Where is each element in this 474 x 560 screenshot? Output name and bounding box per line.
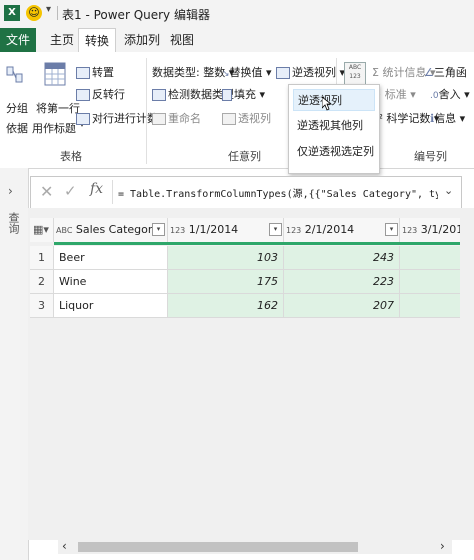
table-cell[interactable]: 223 [284, 270, 400, 294]
fx-icon: fx [90, 181, 104, 197]
queries-pane-label[interactable]: 查询 [7, 212, 21, 234]
rounding-button[interactable]: .0舍入 ▾ [430, 86, 470, 102]
table-menu-icon[interactable]: ▦▾ [30, 218, 54, 242]
column-filter-dropdown-icon[interactable]: ▾ [152, 223, 165, 236]
text-type-icon[interactable]: ABC [56, 226, 72, 235]
menu-item-unpivot-other-columns[interactable]: 逆透视其他列 [293, 115, 375, 137]
group-by-button-line2[interactable]: 依据 [6, 120, 28, 136]
formula-separator [112, 180, 113, 204]
formula-text[interactable]: = Table.TransformColumnTypes(源,{{"Sales … [118, 185, 438, 200]
horizontal-scrollbar-thumb[interactable] [78, 542, 358, 552]
table-cell[interactable] [400, 246, 460, 270]
transpose-button[interactable]: 转置 [76, 64, 114, 80]
rename-button[interactable]: 重命名 [152, 110, 201, 126]
row-number[interactable]: 2 [30, 270, 54, 294]
replace-values-icon: ↘ [222, 69, 230, 79]
mouse-cursor-icon [321, 96, 333, 111]
table-cell[interactable]: Liquor [54, 294, 168, 318]
table-cell[interactable] [400, 270, 460, 294]
reverse-rows-icon [76, 89, 90, 101]
trig-button[interactable]: ∠三角函 [424, 64, 467, 80]
column-header-sales-category[interactable]: ABC Sales Category ▾ [54, 218, 168, 242]
tab-view[interactable]: 视图 [164, 28, 200, 52]
tab-file[interactable]: 文件 [0, 28, 36, 52]
unpivot-columns-button[interactable]: 逆透视列 ▾ [276, 64, 345, 80]
rounding-icon: .0 [430, 91, 439, 101]
number-type-icon[interactable]: 123 [286, 226, 301, 235]
table-cell[interactable]: Wine [54, 270, 168, 294]
use-first-row-button-line2[interactable]: 用作标题 [32, 120, 76, 136]
column-header-1-1-2014[interactable]: 123 1/1/2014 ▾ [168, 218, 284, 242]
table-cell[interactable]: Beer [54, 246, 168, 270]
window-title: 表1 - Power Query 编辑器 [62, 8, 210, 22]
group-label-any-column: 任意列 [228, 150, 261, 163]
quick-access-dropdown-icon[interactable]: ▾ [46, 4, 51, 15]
title-separator [57, 6, 58, 20]
column-filter-dropdown-icon[interactable]: ▾ [269, 223, 282, 236]
use-first-row-button[interactable]: 将第一行 [36, 100, 80, 116]
fill-button[interactable]: 填充 ▾ [222, 86, 265, 102]
tab-transform[interactable]: 转换 [78, 28, 117, 53]
confirm-formula-icon[interactable]: ✓ [64, 182, 77, 200]
number-type-icon[interactable]: 123 [170, 226, 185, 235]
group-by-button[interactable]: 分组 [6, 100, 28, 116]
row-number[interactable]: 1 [30, 246, 54, 270]
group-divider [146, 58, 147, 164]
fill-down-icon [222, 89, 232, 101]
replace-values-button[interactable]: ↘替换值 ▾ [222, 64, 272, 80]
count-rows-icon [76, 113, 90, 125]
cancel-formula-icon[interactable]: ✕ [40, 182, 53, 201]
expand-formula-icon[interactable]: ⌄ [444, 184, 453, 197]
scroll-right-icon[interactable]: › [440, 539, 445, 553]
group-label-table: 表格 [60, 150, 82, 163]
menu-item-unpivot-selected-only[interactable]: 仅逆透视选定列 [293, 141, 375, 163]
unpivot-dropdown-menu: 逆透视列 逆透视其他列 仅逆透视选定列 [288, 84, 380, 174]
group-by-icon [6, 66, 24, 88]
trig-icon: ∠ [424, 66, 434, 79]
column-filter-dropdown-icon[interactable]: ▾ [385, 223, 398, 236]
reverse-rows-button[interactable]: 反转行 [76, 86, 125, 102]
number-type-icon[interactable]: 123 [402, 226, 417, 235]
column-header-3-1-2014[interactable]: 123 3/1/2014 [400, 218, 460, 242]
table-cell[interactable]: 207 [284, 294, 400, 318]
table-cell[interactable]: 162 [168, 294, 284, 318]
table-cell[interactable] [400, 294, 460, 318]
detect-type-icon [152, 89, 166, 101]
use-first-row-icon [44, 62, 66, 88]
row-number[interactable]: 3 [30, 294, 54, 318]
pivot-icon [222, 113, 236, 125]
excel-app-icon: X [4, 5, 20, 21]
table-cell[interactable]: 243 [284, 246, 400, 270]
information-button[interactable]: ℹ信息 ▾ [430, 110, 465, 126]
transpose-icon [76, 67, 90, 79]
rename-icon [152, 113, 166, 125]
pivot-column-button[interactable]: 透视列 [222, 110, 271, 126]
group-label-number-column: 编号列 [414, 150, 447, 163]
smiley-feedback-icon[interactable]: ☺ [26, 5, 42, 21]
tab-home[interactable]: 主页 [44, 28, 80, 52]
menu-item-unpivot-columns[interactable]: 逆透视列 [293, 89, 375, 111]
unpivot-icon [276, 67, 290, 79]
table-cell[interactable]: 175 [168, 270, 284, 294]
expand-queries-icon[interactable]: › [8, 184, 13, 198]
column-quality-bar [54, 242, 460, 245]
tab-add-column[interactable]: 添加列 [118, 28, 166, 52]
scroll-left-icon[interactable]: ‹ [62, 539, 67, 553]
table-cell[interactable]: 103 [168, 246, 284, 270]
column-header-2-1-2014[interactable]: 123 2/1/2014 ▾ [284, 218, 400, 242]
